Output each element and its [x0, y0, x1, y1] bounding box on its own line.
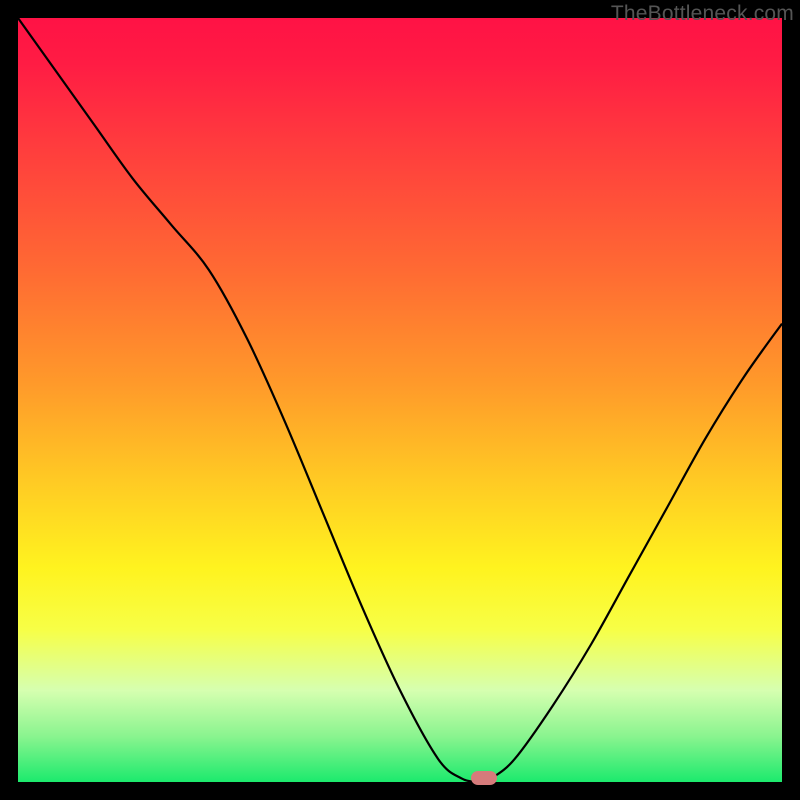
chart-frame: TheBottleneck.com — [0, 0, 800, 800]
plot-area — [18, 18, 782, 782]
optimum-marker — [471, 771, 497, 785]
curve-path — [18, 18, 782, 782]
bottleneck-curve — [18, 18, 782, 782]
watermark-label: TheBottleneck.com — [611, 2, 794, 26]
